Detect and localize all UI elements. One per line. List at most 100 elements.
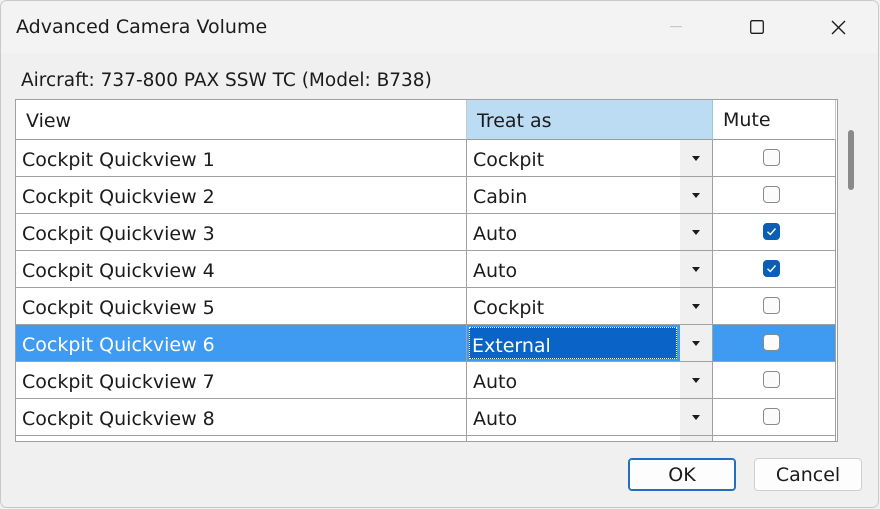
table-row[interactable]: Cockpit Quickview 4 Auto [16,251,836,288]
table-row[interactable]: Cockpit Quickview 6 External [16,325,836,362]
table-row[interactable]: Cockpit Quickview 3 Auto [16,214,836,251]
maximize-icon [750,20,764,34]
view-cell[interactable]: Cockpit Quickview 2 [16,177,467,214]
treat-as-dropdown[interactable]: Auto [467,214,713,251]
treat-as-value: External [472,335,551,357]
aircraft-label: Aircraft: 737-800 PAX SSW TC (Model: B73… [21,70,432,91]
mute-checkbox[interactable] [763,371,780,388]
column-header-view-label: View [26,110,72,132]
mute-checkbox[interactable] [763,297,780,314]
camera-volume-dialog: Advanced Camera Volume Aircraft: 737-800… [0,0,879,508]
mute-checkbox[interactable] [763,149,780,166]
view-name: Cockpit Quickview 8 [22,408,215,430]
mute-checkbox[interactable] [763,186,780,203]
minimize-button[interactable] [653,5,699,49]
view-name: Cockpit Quickview 1 [22,149,215,171]
mute-checkbox[interactable] [763,223,780,240]
chevron-down-icon [692,340,700,346]
mute-cell [713,140,836,177]
treat-as-dropdown[interactable]: Auto [467,251,713,288]
treat-as-value: Cabin [473,186,528,208]
table-row[interactable]: Cockpit Quickview 8 Auto [16,399,836,436]
column-header-mute[interactable]: Mute [713,100,836,140]
dropdown-button[interactable] [680,325,712,361]
mute-cell [713,399,836,436]
view-name: Cockpit Quickview 2 [22,186,215,208]
treat-as-value: Auto [473,371,518,393]
table-row[interactable]: Cockpit Quickview 7 Auto [16,362,836,399]
chevron-down-icon [692,303,700,309]
treat-as-dropdown[interactable]: Cockpit [467,288,713,325]
column-header-mute-label: Mute [723,109,771,131]
view-cell[interactable]: Cockpit Quickview 7 [16,362,467,399]
close-button[interactable] [815,5,861,49]
checkmark-icon [767,228,777,236]
mute-cell [713,362,836,399]
column-header-view[interactable]: View [16,100,467,140]
dropdown-button[interactable] [680,140,712,176]
close-icon [831,20,845,34]
chevron-down-icon [692,266,700,272]
treat-as-value: Cockpit [473,297,545,319]
dropdown-button[interactable] [680,177,712,213]
view-cell[interactable] [16,436,467,441]
mute-cell [713,177,836,214]
dropdown-button[interactable] [680,288,712,324]
treat-as-dropdown[interactable] [467,436,713,441]
view-name: Cockpit Quickview 5 [22,297,215,319]
window-title: Advanced Camera Volume [16,16,268,38]
vertical-scrollbar[interactable] [838,99,866,442]
table-row[interactable]: Cockpit Quickview 1 Cockpit [16,140,836,177]
treat-as-selected-value[interactable]: External [469,327,677,359]
view-cell[interactable]: Cockpit Quickview 8 [16,399,467,436]
dropdown-button[interactable] [680,214,712,250]
dropdown-button[interactable] [680,362,712,398]
maximize-button[interactable] [734,5,780,49]
column-header-treat-as-label: Treat as [477,110,552,132]
ok-button[interactable]: OK [628,458,736,491]
chevron-down-icon [692,192,700,198]
table-row[interactable] [16,436,836,441]
dropdown-button[interactable] [680,251,712,287]
chevron-down-icon [692,229,700,235]
mute-cell [713,214,836,251]
mute-cell [713,288,836,325]
view-cell[interactable]: Cockpit Quickview 1 [16,140,467,177]
camera-views-grid: View Treat as Mute Cockpit Quickview 1 Co… [15,99,838,442]
treat-as-dropdown[interactable]: Cockpit [467,140,713,177]
view-cell[interactable]: Cockpit Quickview 4 [16,251,467,288]
table-row[interactable]: Cockpit Quickview 2 Cabin [16,177,836,214]
chevron-down-icon [692,155,700,161]
treat-as-value: Cockpit [473,149,545,171]
view-name: Cockpit Quickview 4 [22,260,215,282]
treat-as-dropdown[interactable]: Auto [467,399,713,436]
view-name: Cockpit Quickview 7 [22,371,215,393]
dropdown-button[interactable] [680,399,712,435]
view-cell[interactable]: Cockpit Quickview 6 [16,325,467,362]
chevron-down-icon [692,414,700,420]
treat-as-dropdown[interactable]: Auto [467,362,713,399]
mute-checkbox[interactable] [763,408,780,425]
checkmark-icon [767,265,777,273]
cancel-button[interactable]: Cancel [754,458,862,491]
view-cell[interactable]: Cockpit Quickview 5 [16,288,467,325]
view-name: Cockpit Quickview 3 [22,223,215,245]
view-cell[interactable]: Cockpit Quickview 3 [16,214,467,251]
treat-as-value: Auto [473,260,518,282]
table-row[interactable]: Cockpit Quickview 5 Cockpit [16,288,836,325]
mute-cell [713,251,836,288]
dropdown-button[interactable] [680,436,712,441]
column-header-treat-as[interactable]: Treat as [467,100,713,140]
treat-as-dropdown[interactable]: External [467,325,713,362]
title-bar[interactable]: Advanced Camera Volume [1,1,878,53]
treat-as-value: Auto [473,408,518,430]
mute-checkbox[interactable] [763,334,780,351]
scrollbar-thumb[interactable] [848,130,854,190]
view-name: Cockpit Quickview 6 [22,334,215,356]
treat-as-value: Auto [473,223,518,245]
mute-cell [713,436,836,441]
treat-as-dropdown[interactable]: Cabin [467,177,713,214]
mute-cell [713,325,836,362]
chevron-down-icon [692,377,700,383]
mute-checkbox[interactable] [763,260,780,277]
